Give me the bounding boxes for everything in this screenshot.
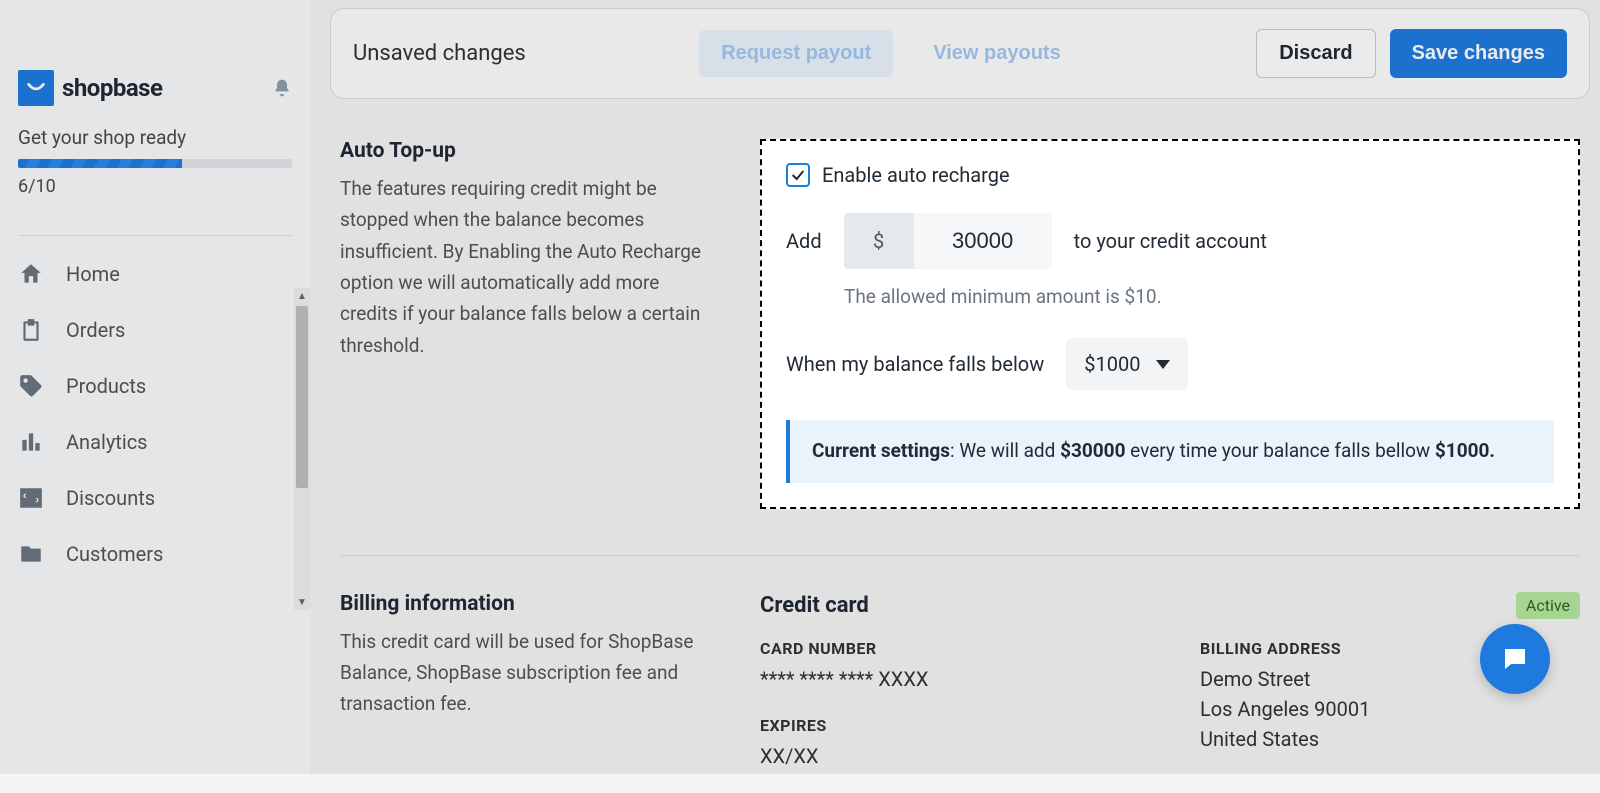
scroll-up-icon[interactable]: ▲ xyxy=(294,288,310,304)
add-label: Add xyxy=(786,229,822,253)
expires-value: XX/XX xyxy=(760,741,1140,771)
nav-analytics[interactable]: Analytics xyxy=(18,414,310,470)
add-suffix: to your credit account xyxy=(1074,229,1267,253)
billing-title: Billing information xyxy=(340,592,720,616)
enable-auto-recharge-label: Enable auto recharge xyxy=(822,163,1010,187)
logo-icon xyxy=(18,70,54,106)
home-icon xyxy=(18,261,44,287)
enable-auto-recharge-checkbox[interactable] xyxy=(786,163,810,187)
user-folder-icon xyxy=(18,541,44,567)
auto-topup-panel: Enable auto recharge Add $ to your credi… xyxy=(760,139,1580,509)
sidebar-scrollbar[interactable]: ▲ ▼ xyxy=(294,288,310,610)
percent-icon xyxy=(18,485,44,511)
nav-label: Customers xyxy=(66,542,163,566)
nav-orders[interactable]: Orders xyxy=(18,302,310,358)
nav-label: Home xyxy=(66,262,120,286)
progress-bar xyxy=(18,159,292,168)
tag-icon xyxy=(18,373,44,399)
minimum-help-text: The allowed minimum amount is $10. xyxy=(844,285,1554,308)
nav-home[interactable]: Home xyxy=(18,246,310,302)
card-number-label: CARD NUMBER xyxy=(760,639,1140,658)
setup-progress[interactable]: Get your shop ready 6/10 xyxy=(0,126,310,217)
discard-button[interactable]: Discard xyxy=(1256,29,1375,78)
nav-label: Orders xyxy=(66,318,125,342)
main: Unsaved changes Request payout View payo… xyxy=(330,0,1590,793)
nav-products[interactable]: Products xyxy=(18,358,310,414)
topup-amount-input-group: $ xyxy=(844,213,1052,269)
bar-chart-icon xyxy=(18,429,44,455)
topup-amount-input[interactable] xyxy=(914,213,1052,269)
unsaved-changes-bar: Unsaved changes Request payout View payo… xyxy=(330,8,1590,99)
logo[interactable]: shopbase xyxy=(18,70,162,106)
nav: Home Orders Products Analytics Discounts… xyxy=(0,246,310,582)
bell-icon[interactable] xyxy=(272,78,292,98)
unsaved-text: Unsaved changes xyxy=(353,41,526,66)
nav-discounts[interactable]: Discounts xyxy=(18,470,310,526)
sidebar: shopbase Get your shop ready 6/10 Home O… xyxy=(0,0,310,774)
nav-label: Discounts xyxy=(66,486,155,510)
clipboard-icon xyxy=(18,317,44,343)
save-changes-button[interactable]: Save changes xyxy=(1390,29,1567,78)
threshold-select[interactable]: $1000 xyxy=(1066,338,1188,390)
currency-prefix: $ xyxy=(844,213,914,269)
chat-fab[interactable] xyxy=(1480,624,1550,694)
view-payouts-button[interactable]: View payouts xyxy=(911,30,1082,77)
scrollbar-thumb[interactable] xyxy=(296,306,308,488)
chat-icon xyxy=(1500,644,1530,674)
chevron-down-icon xyxy=(1156,360,1170,369)
nav-label: Products xyxy=(66,374,146,398)
active-badge: Active xyxy=(1516,592,1580,619)
setup-count: 6/10 xyxy=(18,176,292,197)
expires-label: EXPIRES xyxy=(760,716,1140,735)
card-number-value: **** **** **** XXXX xyxy=(760,664,1140,694)
logo-text: shopbase xyxy=(62,74,162,102)
auto-topup-title: Auto Top-up xyxy=(340,139,720,163)
nav-customers[interactable]: Customers xyxy=(18,526,310,582)
auto-topup-desc: The features requiring credit might be s… xyxy=(340,173,720,361)
credit-card-title: Credit card xyxy=(760,593,869,618)
scroll-down-icon[interactable]: ▼ xyxy=(294,594,310,610)
threshold-value: $1000 xyxy=(1084,352,1140,376)
threshold-label: When my balance falls below xyxy=(786,352,1044,376)
current-settings-banner: Current settings: We will add $30000 eve… xyxy=(786,420,1554,483)
nav-label: Analytics xyxy=(66,430,148,454)
divider xyxy=(18,235,292,236)
request-payout-button[interactable]: Request payout xyxy=(699,30,893,77)
billing-desc: This credit card will be used for ShopBa… xyxy=(340,626,720,720)
setup-title: Get your shop ready xyxy=(18,126,292,149)
section-divider xyxy=(340,555,1580,556)
